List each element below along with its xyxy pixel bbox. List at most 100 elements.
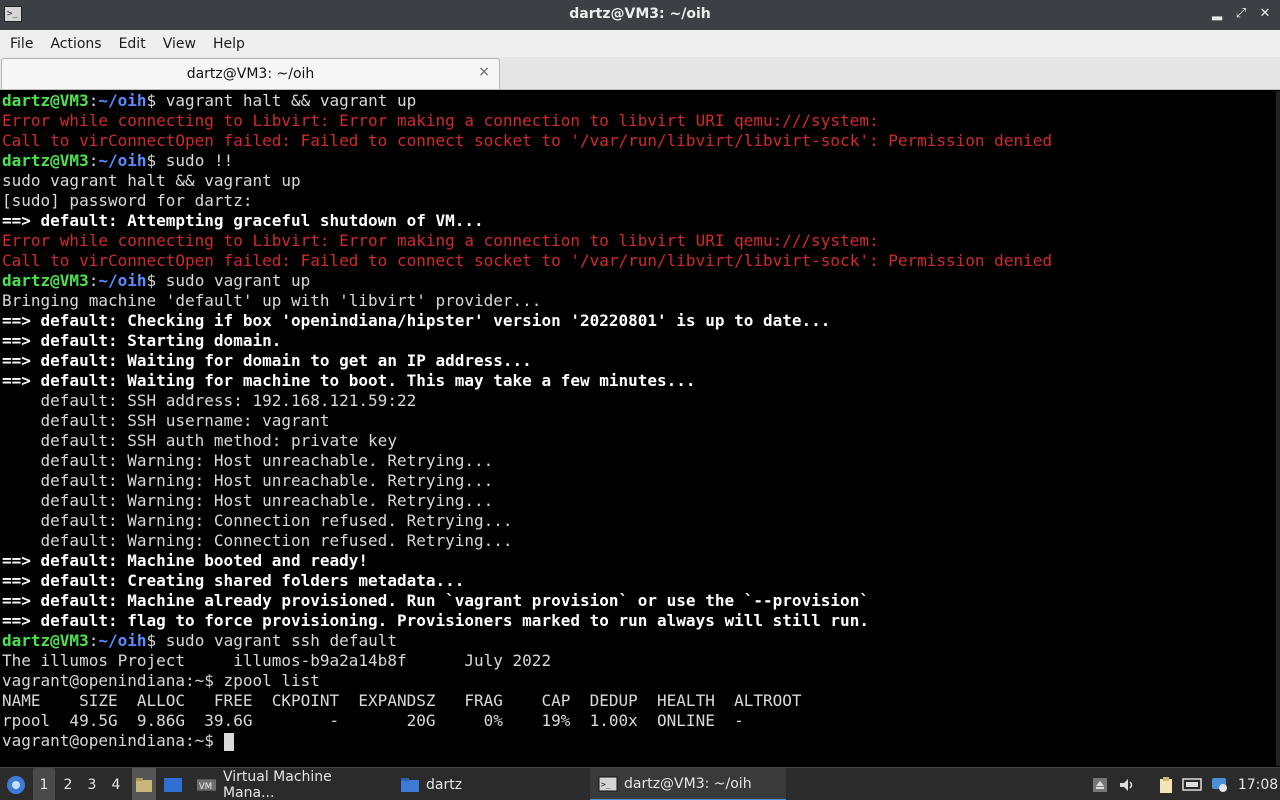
prompt-user: dartz@VM3 bbox=[2, 151, 89, 170]
maximize-button[interactable]: ⤢ bbox=[1234, 5, 1248, 23]
start-menu-icon[interactable] bbox=[4, 768, 28, 800]
terminal-line: dartz@VM3:~/oih$ sudo vagrant ssh defaul… bbox=[2, 631, 397, 651]
clock[interactable]: 17:08 bbox=[1238, 768, 1278, 800]
terminal-line: default: Warning: Connection refused. Re… bbox=[2, 511, 513, 531]
output-text: vagrant@openindiana:~$ bbox=[2, 731, 224, 750]
window-title: dartz@VM3: ~/oih bbox=[569, 6, 711, 22]
output-text: default: Warning: Host unreachable. Retr… bbox=[2, 451, 494, 470]
prompt-path: ~/oih bbox=[98, 631, 147, 650]
prompt-user: dartz@VM3 bbox=[2, 271, 89, 290]
terminal-line: ==> default: Waiting for domain to get a… bbox=[2, 351, 532, 371]
terminal-line: default: Warning: Connection refused. Re… bbox=[2, 531, 513, 551]
tray-eject-icon[interactable] bbox=[1090, 768, 1110, 800]
output-text: NAME SIZE ALLOC FREE CKPOINT EXPANDSZ FR… bbox=[2, 691, 802, 710]
terminal-line: vagrant@openindiana:~$ bbox=[2, 731, 234, 751]
update-notifier-icon[interactable] bbox=[1208, 768, 1230, 800]
error-text: Call to virConnectOpen failed: Failed to… bbox=[2, 251, 1052, 270]
menu-actions[interactable]: Actions bbox=[43, 36, 108, 52]
terminal-line: ==> default: Starting domain. bbox=[2, 331, 281, 351]
terminal-line: sudo vagrant halt && vagrant up bbox=[2, 171, 301, 191]
text-cursor bbox=[223, 732, 234, 751]
clipboard-icon[interactable] bbox=[1155, 768, 1177, 800]
volume-icon[interactable] bbox=[1117, 768, 1137, 800]
network-icon[interactable] bbox=[1181, 768, 1203, 800]
output-text: ==> default: Machine booted and ready! bbox=[2, 551, 369, 570]
output-text: default: Warning: Host unreachable. Retr… bbox=[2, 491, 494, 510]
svg-text:>_: >_ bbox=[601, 780, 611, 789]
output-text: ==> default: Creating shared folders met… bbox=[2, 571, 465, 590]
workspace-2[interactable]: 2 bbox=[57, 768, 79, 800]
prompt-dollar: $ bbox=[146, 271, 157, 290]
output-text: default: Warning: Connection refused. Re… bbox=[2, 531, 513, 550]
output-text: The illumos Project illumos-b9a2a14b8f J… bbox=[2, 651, 552, 670]
error-text: Call to virConnectOpen failed: Failed to… bbox=[2, 131, 1052, 150]
output-text: rpool 49.5G 9.86G 39.6G - 20G 0% 19% 1.0… bbox=[2, 711, 744, 730]
show-desktop-icon[interactable] bbox=[161, 768, 185, 800]
task-label: dartz bbox=[426, 776, 463, 793]
output-text: ==> default: Waiting for machine to boot… bbox=[2, 371, 696, 390]
output-text: default: SSH address: 192.168.121.59:22 bbox=[2, 391, 417, 410]
prompt-separator: : bbox=[88, 271, 99, 290]
prompt-path: ~/oih bbox=[98, 271, 147, 290]
task-terminal[interactable]: >_ dartz@VM3: ~/oih bbox=[590, 768, 786, 800]
terminal-line: Call to virConnectOpen failed: Failed to… bbox=[2, 131, 1052, 151]
svg-text:VM: VM bbox=[199, 781, 212, 791]
error-text: Error while connecting to Libvirt: Error… bbox=[2, 111, 879, 130]
tab-close-icon[interactable]: × bbox=[478, 64, 490, 80]
output-text: ==> default: Machine already provisioned… bbox=[2, 591, 869, 610]
tab-label: dartz@VM3: ~/oih bbox=[186, 66, 315, 82]
menu-edit[interactable]: Edit bbox=[112, 36, 153, 52]
task-label: Virtual Machine Mana... bbox=[222, 768, 332, 800]
terminal-line: vagrant@openindiana:~$ zpool list bbox=[2, 671, 320, 691]
terminal-line: Call to virConnectOpen failed: Failed to… bbox=[2, 251, 1052, 271]
terminal-line: rpool 49.5G 9.86G 39.6G - 20G 0% 19% 1.0… bbox=[2, 711, 744, 731]
minimize-button[interactable]: ▂ bbox=[1210, 5, 1224, 23]
prompt-command: sudo vagrant ssh default bbox=[156, 631, 397, 650]
menu-help[interactable]: Help bbox=[206, 36, 252, 52]
terminal-line: Error while connecting to Libvirt: Error… bbox=[2, 231, 879, 251]
menu-bar: File Actions Edit View Help bbox=[0, 30, 1280, 57]
taskbar: 1 2 3 4 VM Virtual Machine Mana... dartz… bbox=[0, 767, 1280, 800]
workspace-1[interactable]: 1 bbox=[33, 768, 55, 800]
workspace-3[interactable]: 3 bbox=[81, 768, 103, 800]
prompt-command: sudo vagrant up bbox=[156, 271, 311, 290]
tab-bar: dartz@VM3: ~/oih × bbox=[0, 57, 1280, 90]
terminal-line: ==> default: Machine already provisioned… bbox=[2, 591, 869, 611]
terminal-scrollbar[interactable] bbox=[1276, 91, 1280, 766]
output-text: default: SSH username: vagrant bbox=[2, 411, 330, 430]
output-text: ==> default: Checking if box 'openindian… bbox=[2, 311, 831, 330]
file-manager-launcher-icon[interactable] bbox=[132, 768, 156, 800]
terminal-line: ==> default: Machine booted and ready! bbox=[2, 551, 368, 571]
terminal-line: default: Warning: Host unreachable. Retr… bbox=[2, 491, 494, 511]
folder-icon bbox=[401, 777, 419, 792]
menu-file[interactable]: File bbox=[3, 36, 40, 52]
menu-view[interactable]: View bbox=[156, 36, 203, 52]
task-file-manager[interactable]: dartz bbox=[392, 768, 582, 800]
output-text: sudo vagrant halt && vagrant up bbox=[2, 171, 301, 190]
output-text: vagrant@openindiana:~$ zpool list bbox=[2, 671, 320, 690]
terminal-output[interactable]: dartz@VM3:~/oih$ vagrant halt && vagrant… bbox=[0, 91, 1280, 766]
close-button[interactable]: ✕ bbox=[1258, 5, 1272, 23]
output-text: ==> default: Starting domain. bbox=[2, 331, 282, 350]
terminal-line: ==> default: Attempting graceful shutdow… bbox=[2, 211, 484, 231]
terminal-line: dartz@VM3:~/oih$ sudo !! bbox=[2, 151, 233, 171]
prompt-dollar: $ bbox=[146, 91, 157, 110]
task-virt-manager[interactable]: VM Virtual Machine Mana... bbox=[188, 768, 388, 800]
prompt-user: dartz@VM3 bbox=[2, 631, 89, 650]
prompt-user: dartz@VM3 bbox=[2, 91, 89, 110]
output-text: ==> default: flag to force provisioning.… bbox=[2, 611, 869, 630]
tab-terminal[interactable]: dartz@VM3: ~/oih × bbox=[1, 58, 500, 89]
terminal-line: Error while connecting to Libvirt: Error… bbox=[2, 111, 879, 131]
workspace-4[interactable]: 4 bbox=[105, 768, 127, 800]
terminal-line: ==> default: flag to force provisioning.… bbox=[2, 611, 869, 631]
terminal-line: The illumos Project illumos-b9a2a14b8f J… bbox=[2, 651, 551, 671]
terminal-line: default: Warning: Host unreachable. Retr… bbox=[2, 451, 494, 471]
terminal-line: default: Warning: Host unreachable. Retr… bbox=[2, 471, 494, 491]
terminal-line: ==> default: Waiting for machine to boot… bbox=[2, 371, 696, 391]
output-text: [sudo] password for dartz: bbox=[2, 191, 253, 210]
prompt-separator: : bbox=[88, 91, 99, 110]
terminal-line: NAME SIZE ALLOC FREE CKPOINT EXPANDSZ FR… bbox=[2, 691, 802, 711]
terminal-line: default: SSH address: 192.168.121.59:22 bbox=[2, 391, 417, 411]
prompt-path: ~/oih bbox=[98, 91, 147, 110]
prompt-dollar: $ bbox=[146, 631, 157, 650]
